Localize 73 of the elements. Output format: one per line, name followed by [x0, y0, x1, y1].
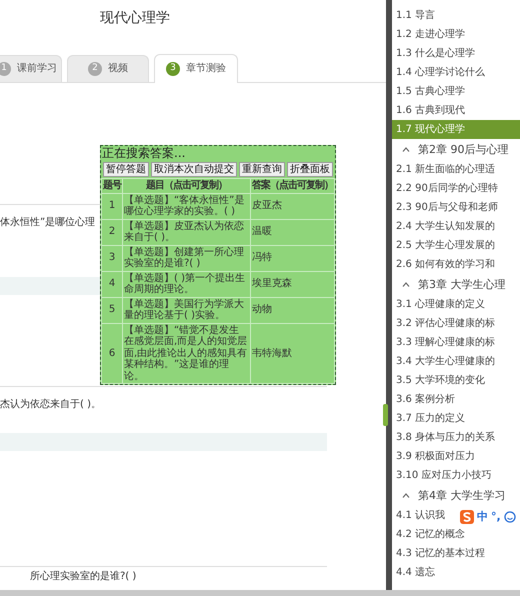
- question-text: 杰认为依恋来自于( )。: [0, 398, 101, 411]
- step-number: 2: [88, 62, 102, 76]
- step-number: 1: [0, 62, 11, 76]
- panel-button[interactable]: 暂停答题: [103, 162, 149, 177]
- table-cell: 4: [102, 271, 122, 297]
- sidebar-item[interactable]: 2.3 90后与父母和老师: [392, 198, 500, 217]
- sidebar-item[interactable]: 2.6 如何有效的学习和: [392, 255, 498, 274]
- chevron-icon[interactable]: [402, 282, 410, 287]
- sidebar-item[interactable]: 3.7 压力的定义: [392, 409, 468, 428]
- sidebar-item[interactable]: 1.1 导言: [392, 6, 438, 25]
- sidebar-item[interactable]: 3.9 积极面对压力: [392, 447, 478, 466]
- table-cell[interactable]: 【单选题】创建第一所心理实验室的是谁?( ): [122, 245, 250, 271]
- table-cell[interactable]: 动物: [250, 297, 334, 323]
- ime-logo-icon[interactable]: [460, 510, 474, 524]
- sidebar-item[interactable]: 4.4 遗忘: [392, 563, 438, 582]
- table-cell[interactable]: 温暖: [250, 219, 334, 245]
- page-title: 现代心理学: [99, 9, 171, 27]
- sidebar-item[interactable]: 3.10 应对压力小技巧: [392, 466, 494, 485]
- sidebar-item[interactable]: 4.1 认识我: [392, 506, 448, 525]
- column-header: 题目（点击可复制）: [122, 178, 250, 193]
- smiley-icon[interactable]: [504, 511, 516, 524]
- tab[interactable]: 2 视频: [67, 54, 149, 82]
- sidebar-item[interactable]: 3.3 理解心理健康的标: [392, 333, 498, 352]
- sidebar-item[interactable]: 2.4 大学生认知发展的: [392, 217, 498, 236]
- table-cell: 6: [102, 323, 122, 384]
- step-number: 3: [166, 62, 180, 76]
- panel-button[interactable]: 折叠面板: [287, 162, 333, 177]
- sidebar-item[interactable]: 3.6 案例分析: [392, 390, 458, 409]
- punctuation-mode[interactable]: °,: [491, 509, 501, 526]
- sidebar-item[interactable]: 4.2 记忆的概念: [392, 525, 468, 544]
- table-cell[interactable]: 【单选题】“错觉不是发生在感觉层面,而是人的知觉层面,由此推论出人的感知具有某种结构。”这是谁的理论。: [122, 323, 250, 384]
- sidebar-item[interactable]: 1.5 古典心理学: [392, 82, 468, 101]
- sidebar-item[interactable]: 3.1 心理健康的定义: [392, 295, 488, 314]
- table-cell: 3: [102, 245, 122, 271]
- sidebar-item[interactable]: 1.3 什么是心理学: [392, 44, 478, 63]
- sidebar-item[interactable]: 3.4 大学生心理健康的: [392, 352, 498, 371]
- table-cell[interactable]: 【单选题】( )第一个提出生命周期的理论。: [122, 271, 250, 297]
- panel-toggle-handle[interactable]: [383, 404, 388, 426]
- table-cell[interactable]: 冯特: [250, 245, 334, 271]
- tab[interactable]: 1 课前学习: [0, 54, 62, 82]
- status-text: 正在搜索答案...: [101, 146, 186, 161]
- chapter-title[interactable]: 第3章 大学生心理: [418, 274, 506, 295]
- table-cell: 5: [102, 297, 122, 323]
- table-cell[interactable]: 埃里克森: [250, 271, 334, 297]
- sidebar-item[interactable]: 2.5 大学生心理发展的: [392, 236, 498, 255]
- sidebar-item[interactable]: 4.3 记忆的基本过程: [392, 544, 488, 563]
- sidebar-item[interactable]: 2.1 新生面临的心理适: [392, 160, 498, 179]
- sidebar-item[interactable]: 3.5 大学环境的变化: [392, 371, 488, 390]
- tab[interactable]: 3 章节测验: [154, 54, 238, 83]
- table-cell[interactable]: 【单选题】美国行为学派大量的理论基于( )实验。: [122, 297, 250, 323]
- question-text: 体永恒性”是哪位心理: [0, 216, 96, 229]
- chevron-icon[interactable]: [402, 147, 410, 152]
- sidebar-item[interactable]: 2.2 90后同学的心理特: [392, 179, 500, 198]
- table-cell[interactable]: 【单选题】“客体永恒性”是哪位心理学家的实验。( ): [122, 193, 250, 219]
- chapter-title[interactable]: 第4章 大学生学习: [418, 485, 506, 506]
- sidebar-item[interactable]: 1.4 心理学讨论什么: [392, 63, 488, 82]
- table-cell: 2: [102, 219, 122, 245]
- table-cell[interactable]: 皮亚杰: [250, 193, 334, 219]
- sidebar-item[interactable]: 1.2 走进心理学: [392, 25, 468, 44]
- table-cell: 1: [102, 193, 122, 219]
- column-header: 答案（点击可复制）: [250, 178, 334, 193]
- chevron-icon[interactable]: [402, 493, 410, 498]
- input-mode[interactable]: 中: [477, 509, 488, 526]
- sidebar-item[interactable]: 3.2 评估心理健康的标: [392, 314, 498, 333]
- chapter-title[interactable]: 第2章 90后与心理: [418, 139, 508, 160]
- question-text: 所心理实验室的是谁?( ): [29, 570, 136, 583]
- table-cell[interactable]: 【单选题】皮亚杰认为依恋来自于( )。: [122, 219, 250, 245]
- column-header: 题号: [102, 178, 122, 193]
- panel-button[interactable]: 取消本次自动提交: [151, 162, 237, 177]
- panel-button[interactable]: 重新查询: [239, 162, 285, 177]
- sidebar-item[interactable]: 1.6 古典到现代: [392, 101, 468, 120]
- table-cell[interactable]: 韦特海默: [250, 323, 334, 384]
- sidebar-item[interactable]: 3.8 身体与压力的关系: [392, 428, 498, 447]
